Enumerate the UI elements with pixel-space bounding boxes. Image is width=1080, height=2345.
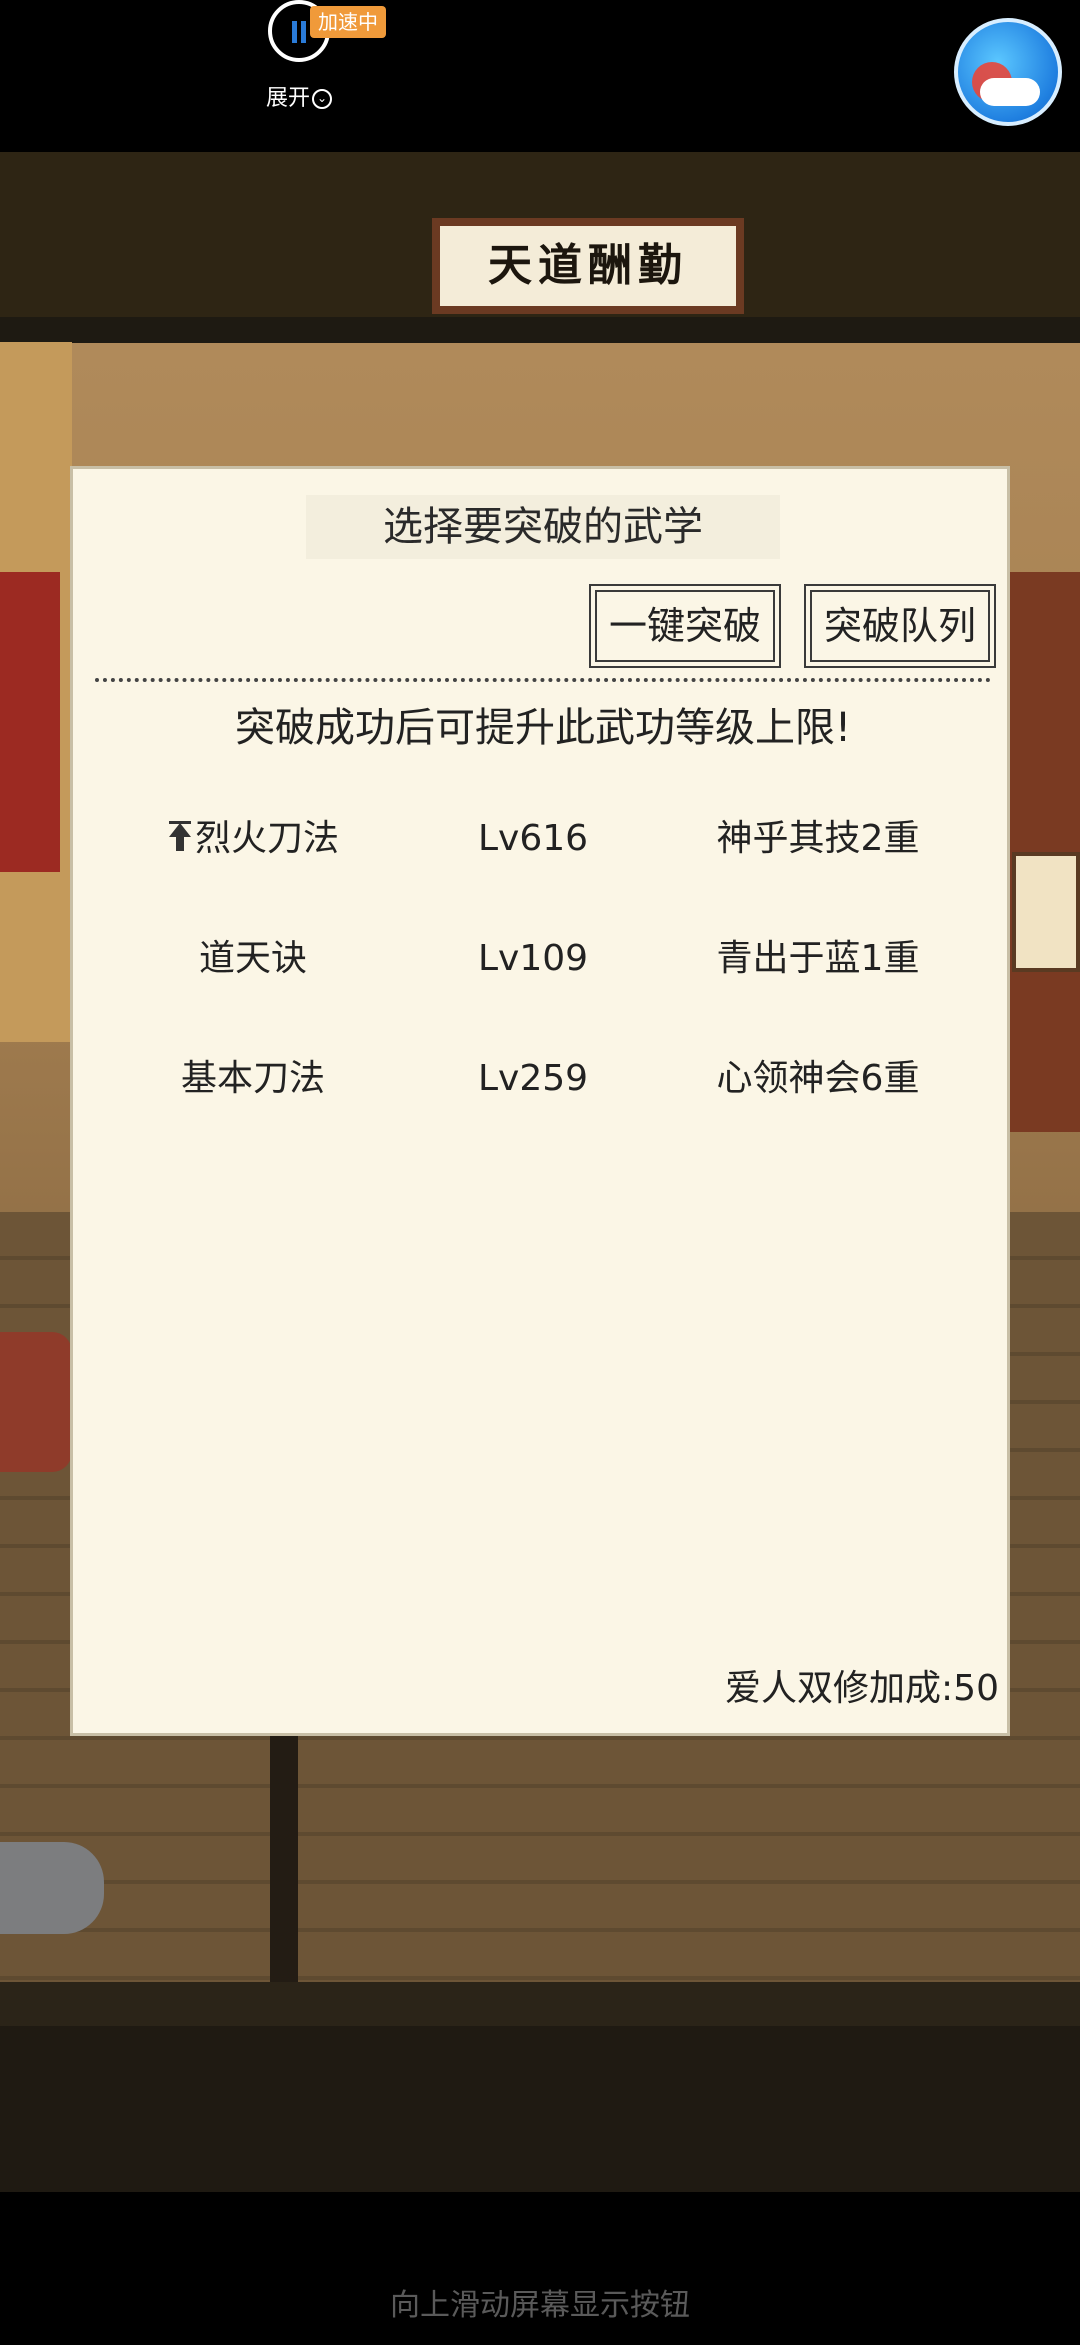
breakthrough-hint: 突破成功后可提升此武功等级上限! <box>234 705 852 751</box>
skill-level: Lv259 <box>477 1058 589 1099</box>
expand-label: 展开 <box>266 86 311 111</box>
skill-row[interactable]: 道天诀 Lv109 青出于蓝1重 <box>73 929 1013 989</box>
skill-level: Lv109 <box>477 938 589 979</box>
skill-name: 基本刀法 <box>180 1058 325 1099</box>
breakthrough-queue-button[interactable]: 突破队列 <box>804 584 996 668</box>
skill-level: Lv616 <box>477 818 589 859</box>
skill-row[interactable]: 烈火刀法 Lv616 神乎其技2重 <box>73 809 1013 869</box>
skill-name: 烈火刀法 <box>194 818 339 859</box>
red-bed <box>0 572 60 872</box>
tea-table <box>0 1332 72 1472</box>
dotted-divider <box>95 678 991 682</box>
skill-stage: 心领神会6重 <box>716 1058 920 1099</box>
scroll-ornament <box>0 1842 104 1934</box>
dialog-title: 选择要突破的武学 <box>306 495 780 559</box>
roof-beam <box>0 317 1080 343</box>
expand-button[interactable]: 展开 ⌄ <box>266 80 333 112</box>
bottom-area <box>0 2026 1080 2192</box>
skill-name-cell: 烈火刀法 <box>123 809 383 869</box>
chevron-down-icon: ⌄ <box>312 89 333 109</box>
arrow-up-icon <box>168 821 191 851</box>
painted-screen <box>1012 852 1080 972</box>
one-click-breakthrough-button[interactable]: 一键突破 <box>589 584 781 668</box>
calligraphy-plaque: 天道酬勤 <box>432 218 744 314</box>
top-overlay-bar: 加速中 展开 ⌄ <box>0 0 1080 152</box>
breakthrough-dialog: 选择要突破的武学 一键突破 突破队列 突破成功后可提升此武功等级上限! 烈火刀法… <box>70 466 1010 1736</box>
speed-badge: 加速中 <box>310 6 386 38</box>
skill-stage: 神乎其技2重 <box>716 818 920 859</box>
skill-name: 道天诀 <box>198 938 307 979</box>
floor-beam <box>0 1982 1080 2026</box>
couple-cultivation-bonus: 爱人双修加成:50 <box>725 1668 999 1709</box>
skill-row[interactable]: 基本刀法 Lv259 心领神会6重 <box>73 1049 1013 1109</box>
swipe-up-hint: 向上滑动屏幕显示按钮 <box>390 2288 690 2323</box>
skill-stage: 青出于蓝1重 <box>716 938 920 979</box>
gamepad-app-logo-icon[interactable] <box>954 18 1062 126</box>
